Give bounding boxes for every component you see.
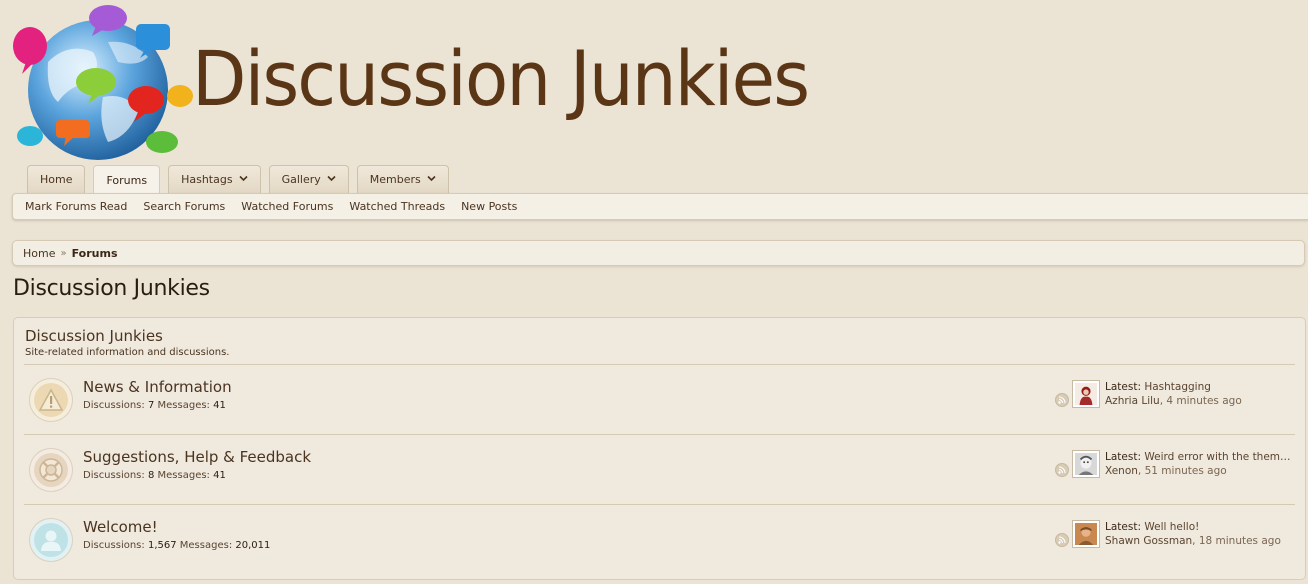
latest-time: , 51 minutes ago: [1137, 465, 1227, 477]
latest-label: Latest:: [1105, 451, 1141, 463]
latest-post: Latest: Well hello! Shawn Gossman, 18 mi…: [1105, 520, 1295, 548]
user-icon: [30, 519, 72, 561]
tab-forums[interactable]: Forums: [93, 165, 161, 194]
stat-label: Messages:: [157, 470, 210, 481]
latest-label: Latest:: [1105, 381, 1141, 393]
breadcrumb-separator: »: [60, 247, 67, 259]
watched-forums-link[interactable]: Watched Forums: [241, 200, 333, 213]
tab-home[interactable]: Home: [27, 165, 86, 193]
latest-username-link[interactable]: Azhria Lilu: [1105, 395, 1160, 407]
category-description: Site-related information and discussions…: [25, 347, 230, 358]
latest-thread-link[interactable]: Well hello!: [1144, 521, 1199, 533]
latest-post: Latest: Weird error with the them… Xenon…: [1105, 450, 1295, 478]
tab-label: Gallery: [281, 173, 321, 186]
rss-icon[interactable]: [1055, 463, 1069, 477]
forum-stats: Discussions: 7 Messages: 41: [83, 400, 226, 411]
avatar[interactable]: [1072, 520, 1100, 548]
rss-icon[interactable]: [1055, 393, 1069, 407]
stat-label: Messages:: [179, 540, 233, 551]
tab-gallery[interactable]: Gallery: [268, 165, 349, 193]
avatar[interactable]: [1072, 450, 1100, 478]
forum-row: News & Information Discussions: 7 Messag…: [24, 365, 1295, 435]
category-title[interactable]: Discussion Junkies: [25, 327, 163, 345]
main-nav-tabs: Home Forums Hashtags Gallery Members: [27, 165, 449, 194]
messages-count: 41: [213, 470, 226, 481]
page-title: Discussion Junkies: [13, 276, 210, 301]
latest-time: , 18 minutes ago: [1192, 535, 1281, 547]
discussions-count: 1,567: [147, 540, 177, 551]
breadcrumb-forums[interactable]: Forums: [72, 247, 118, 260]
chevron-down-icon: [327, 175, 336, 185]
forum-stats: Discussions: 8 Messages: 41: [83, 470, 226, 481]
breadcrumb-home[interactable]: Home: [23, 247, 55, 260]
rss-icon[interactable]: [1055, 533, 1069, 547]
stat-label: Discussions:: [83, 470, 145, 481]
forum-title-link[interactable]: News & Information: [83, 378, 232, 396]
search-forums-link[interactable]: Search Forums: [143, 200, 225, 213]
latest-thread-link[interactable]: Weird error with the them…: [1144, 451, 1290, 463]
stat-label: Discussions:: [83, 400, 145, 411]
lifebuoy-icon: [30, 449, 72, 491]
discussions-count: 8: [147, 470, 155, 481]
latest-username-link[interactable]: Xenon: [1105, 465, 1138, 477]
tab-label: Members: [369, 173, 421, 186]
forum-row: Suggestions, Help & Feedback Discussions…: [24, 435, 1295, 505]
forum-title-link[interactable]: Suggestions, Help & Feedback: [83, 448, 311, 466]
site-logo-text[interactable]: Discussion Junkies: [192, 34, 810, 123]
new-posts-link[interactable]: New Posts: [461, 200, 517, 213]
tab-label: Forums: [106, 173, 148, 187]
latest-thread-link[interactable]: Hashtagging: [1144, 381, 1211, 393]
chevron-down-icon: [239, 175, 248, 185]
site-header: Discussion Junkies: [0, 0, 1308, 165]
forums-subnav: Mark Forums Read Search Forums Watched F…: [12, 193, 1308, 220]
latest-post: Latest: Hashtagging Azhria Lilu, 4 minut…: [1105, 380, 1295, 408]
forum-row: Welcome! Discussions: 1,567 Messages: 20…: [24, 505, 1295, 575]
forum-stats: Discussions: 1,567 Messages: 20,011: [83, 540, 270, 551]
stat-label: Discussions:: [83, 540, 145, 551]
tab-members[interactable]: Members: [356, 165, 449, 193]
avatar[interactable]: [1072, 380, 1100, 408]
latest-label: Latest:: [1105, 521, 1141, 533]
discussions-count: 7: [147, 400, 155, 411]
globe-speech-bubbles-logo[interactable]: [8, 2, 194, 166]
stat-label: Messages:: [157, 400, 210, 411]
messages-count: 41: [213, 400, 226, 411]
mark-forums-read-link[interactable]: Mark Forums Read: [25, 200, 127, 213]
forum-title-link[interactable]: Welcome!: [83, 518, 158, 536]
forum-category: Discussion Junkies Site-related informat…: [13, 317, 1306, 580]
tab-label: Hashtags: [181, 173, 233, 186]
messages-count: 20,011: [235, 540, 271, 551]
warning-icon: [30, 379, 72, 421]
latest-username-link[interactable]: Shawn Gossman: [1105, 535, 1192, 547]
breadcrumb: Home » Forums: [12, 240, 1305, 266]
chevron-down-icon: [427, 175, 436, 185]
tab-label: Home: [40, 173, 73, 186]
tab-hashtags[interactable]: Hashtags: [168, 165, 261, 193]
watched-threads-link[interactable]: Watched Threads: [349, 200, 445, 213]
latest-time: , 4 minutes ago: [1159, 395, 1242, 407]
